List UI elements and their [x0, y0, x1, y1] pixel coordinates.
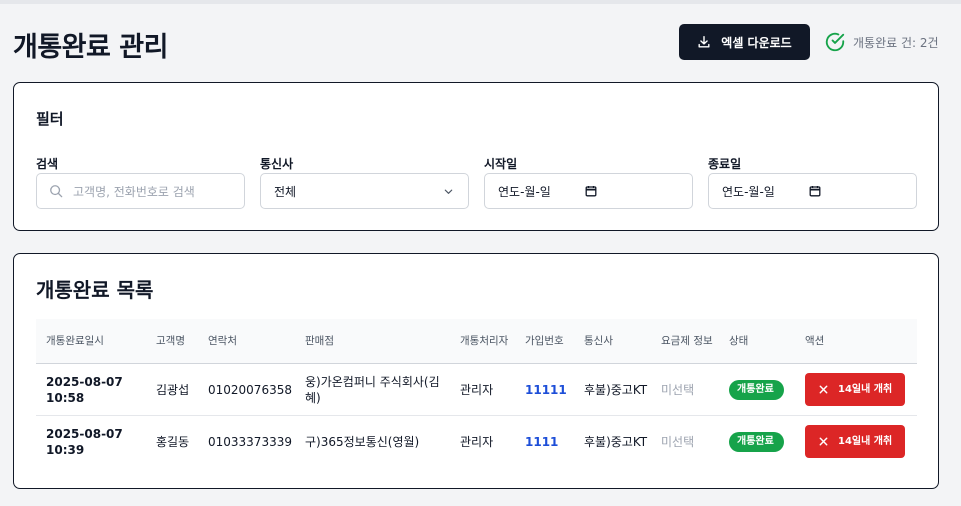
status-badge: 개통완료 — [729, 379, 784, 400]
close-icon — [819, 437, 828, 446]
download-icon — [698, 36, 710, 48]
status-badge: 개통완료 — [729, 431, 784, 452]
filter-title: 필터 — [36, 110, 64, 128]
calendar-icon[interactable] — [585, 185, 597, 197]
action-cell: 14일내 개취 — [795, 416, 917, 468]
filter-card: 필터 검색 고객명, 전화번호로 검색 통신사 전체 시작일 연도-월-일 종료… — [13, 82, 939, 231]
column-header: 고객명 — [146, 319, 198, 364]
store-name: 웅)가온컴퍼니 주식회사(김혜) — [295, 363, 450, 416]
table-header-row: 개통완료일시 고객명 연락처 판매점 개통처리자 가입번호 통신사 요금제 정보… — [36, 319, 917, 364]
carrier-label: 통신사 — [260, 157, 294, 171]
search-input[interactable]: 고객명, 전화번호로 검색 — [36, 173, 245, 209]
plan-info: 미선택 — [661, 434, 695, 449]
column-header: 개통처리자 — [450, 319, 515, 364]
end-date-input[interactable]: 연도-월-일 — [708, 173, 917, 209]
store-name: 구)365정보통신(영월) — [305, 434, 420, 449]
completion-datetime: 2025-08-07 10:58 — [36, 363, 146, 416]
processor-name: 관리자 — [460, 434, 494, 449]
carrier-selected-value: 전체 — [274, 184, 297, 199]
cancel-button-label: 14일내 개취 — [838, 435, 893, 447]
search-icon — [50, 185, 63, 198]
status-cell: 개통완료 — [719, 416, 795, 468]
calendar-icon[interactable] — [809, 185, 821, 197]
completion-table: 개통완료일시 고객명 연락처 판매점 개통처리자 가입번호 통신사 요금제 정보… — [36, 319, 917, 467]
list-title: 개통완료 목록 — [36, 278, 154, 302]
end-date-placeholder: 연도-월-일 — [722, 184, 775, 199]
plan-info: 미선택 — [651, 363, 719, 416]
chevron-down-icon — [444, 189, 453, 194]
check-circle-icon — [825, 32, 845, 52]
carrier-select[interactable]: 전체 — [260, 173, 469, 209]
excel-download-label: 엑셀 다운로드 — [721, 35, 792, 50]
carrier-name: 후불)중고KT — [574, 363, 651, 416]
column-header: 판매점 — [295, 319, 450, 364]
search-placeholder: 고객명, 전화번호로 검색 — [73, 184, 195, 199]
column-header: 액션 — [795, 319, 917, 364]
phone-number: 01033373339 — [208, 434, 292, 449]
end-date-label: 종료일 — [708, 157, 742, 171]
cancel-button-label: 14일내 개취 — [838, 383, 893, 395]
completion-list-card: 개통완료 목록 개통완료일시 고객명 연락처 판매점 개통처리자 가입번호 통신… — [13, 253, 939, 489]
status-cell: 개통완료 — [719, 363, 795, 416]
phone-number: 01020076358 — [198, 363, 295, 416]
column-header: 요금제 정보 — [651, 319, 719, 364]
column-header: 통신사 — [574, 319, 651, 364]
subscription-number-link[interactable]: 11111 — [515, 363, 574, 416]
column-header: 연락처 — [198, 319, 295, 364]
carrier-name: 후불)중고KT — [584, 434, 648, 449]
customer-name: 김광섭 — [146, 363, 198, 416]
cancel-within-14-days-button[interactable]: 14일내 개취 — [805, 425, 905, 458]
excel-download-button[interactable]: 엑셀 다운로드 — [679, 24, 810, 60]
table-row: 2025-08-07 10:39 홍길동 01033373339 구)365정보… — [36, 416, 917, 468]
subscription-number-link[interactable]: 1111 — [515, 416, 574, 468]
table-row: 2025-08-07 10:58 김광섭 01020076358 웅)가온컴퍼니… — [36, 363, 917, 416]
page-title: 개통완료 관리 — [13, 32, 168, 63]
close-icon — [819, 385, 828, 394]
action-cell: 14일내 개취 — [795, 363, 917, 416]
processor-name: 관리자 — [450, 363, 515, 416]
completion-count-text: 개통완료 건: 2건 — [853, 35, 939, 50]
column-header: 가입번호 — [515, 319, 574, 364]
column-header: 상태 — [719, 319, 795, 364]
completion-datetime: 2025-08-07 10:39 — [46, 426, 123, 457]
top-divider — [0, 0, 961, 4]
search-label: 검색 — [36, 157, 59, 171]
customer-name: 홍길동 — [156, 434, 190, 449]
start-date-label: 시작일 — [484, 157, 518, 171]
start-date-placeholder: 연도-월-일 — [498, 184, 551, 199]
completion-count: 개통완료 건: 2건 — [824, 31, 939, 53]
start-date-input[interactable]: 연도-월-일 — [484, 173, 693, 209]
cancel-within-14-days-button[interactable]: 14일내 개취 — [805, 373, 905, 406]
column-header: 개통완료일시 — [36, 319, 146, 364]
